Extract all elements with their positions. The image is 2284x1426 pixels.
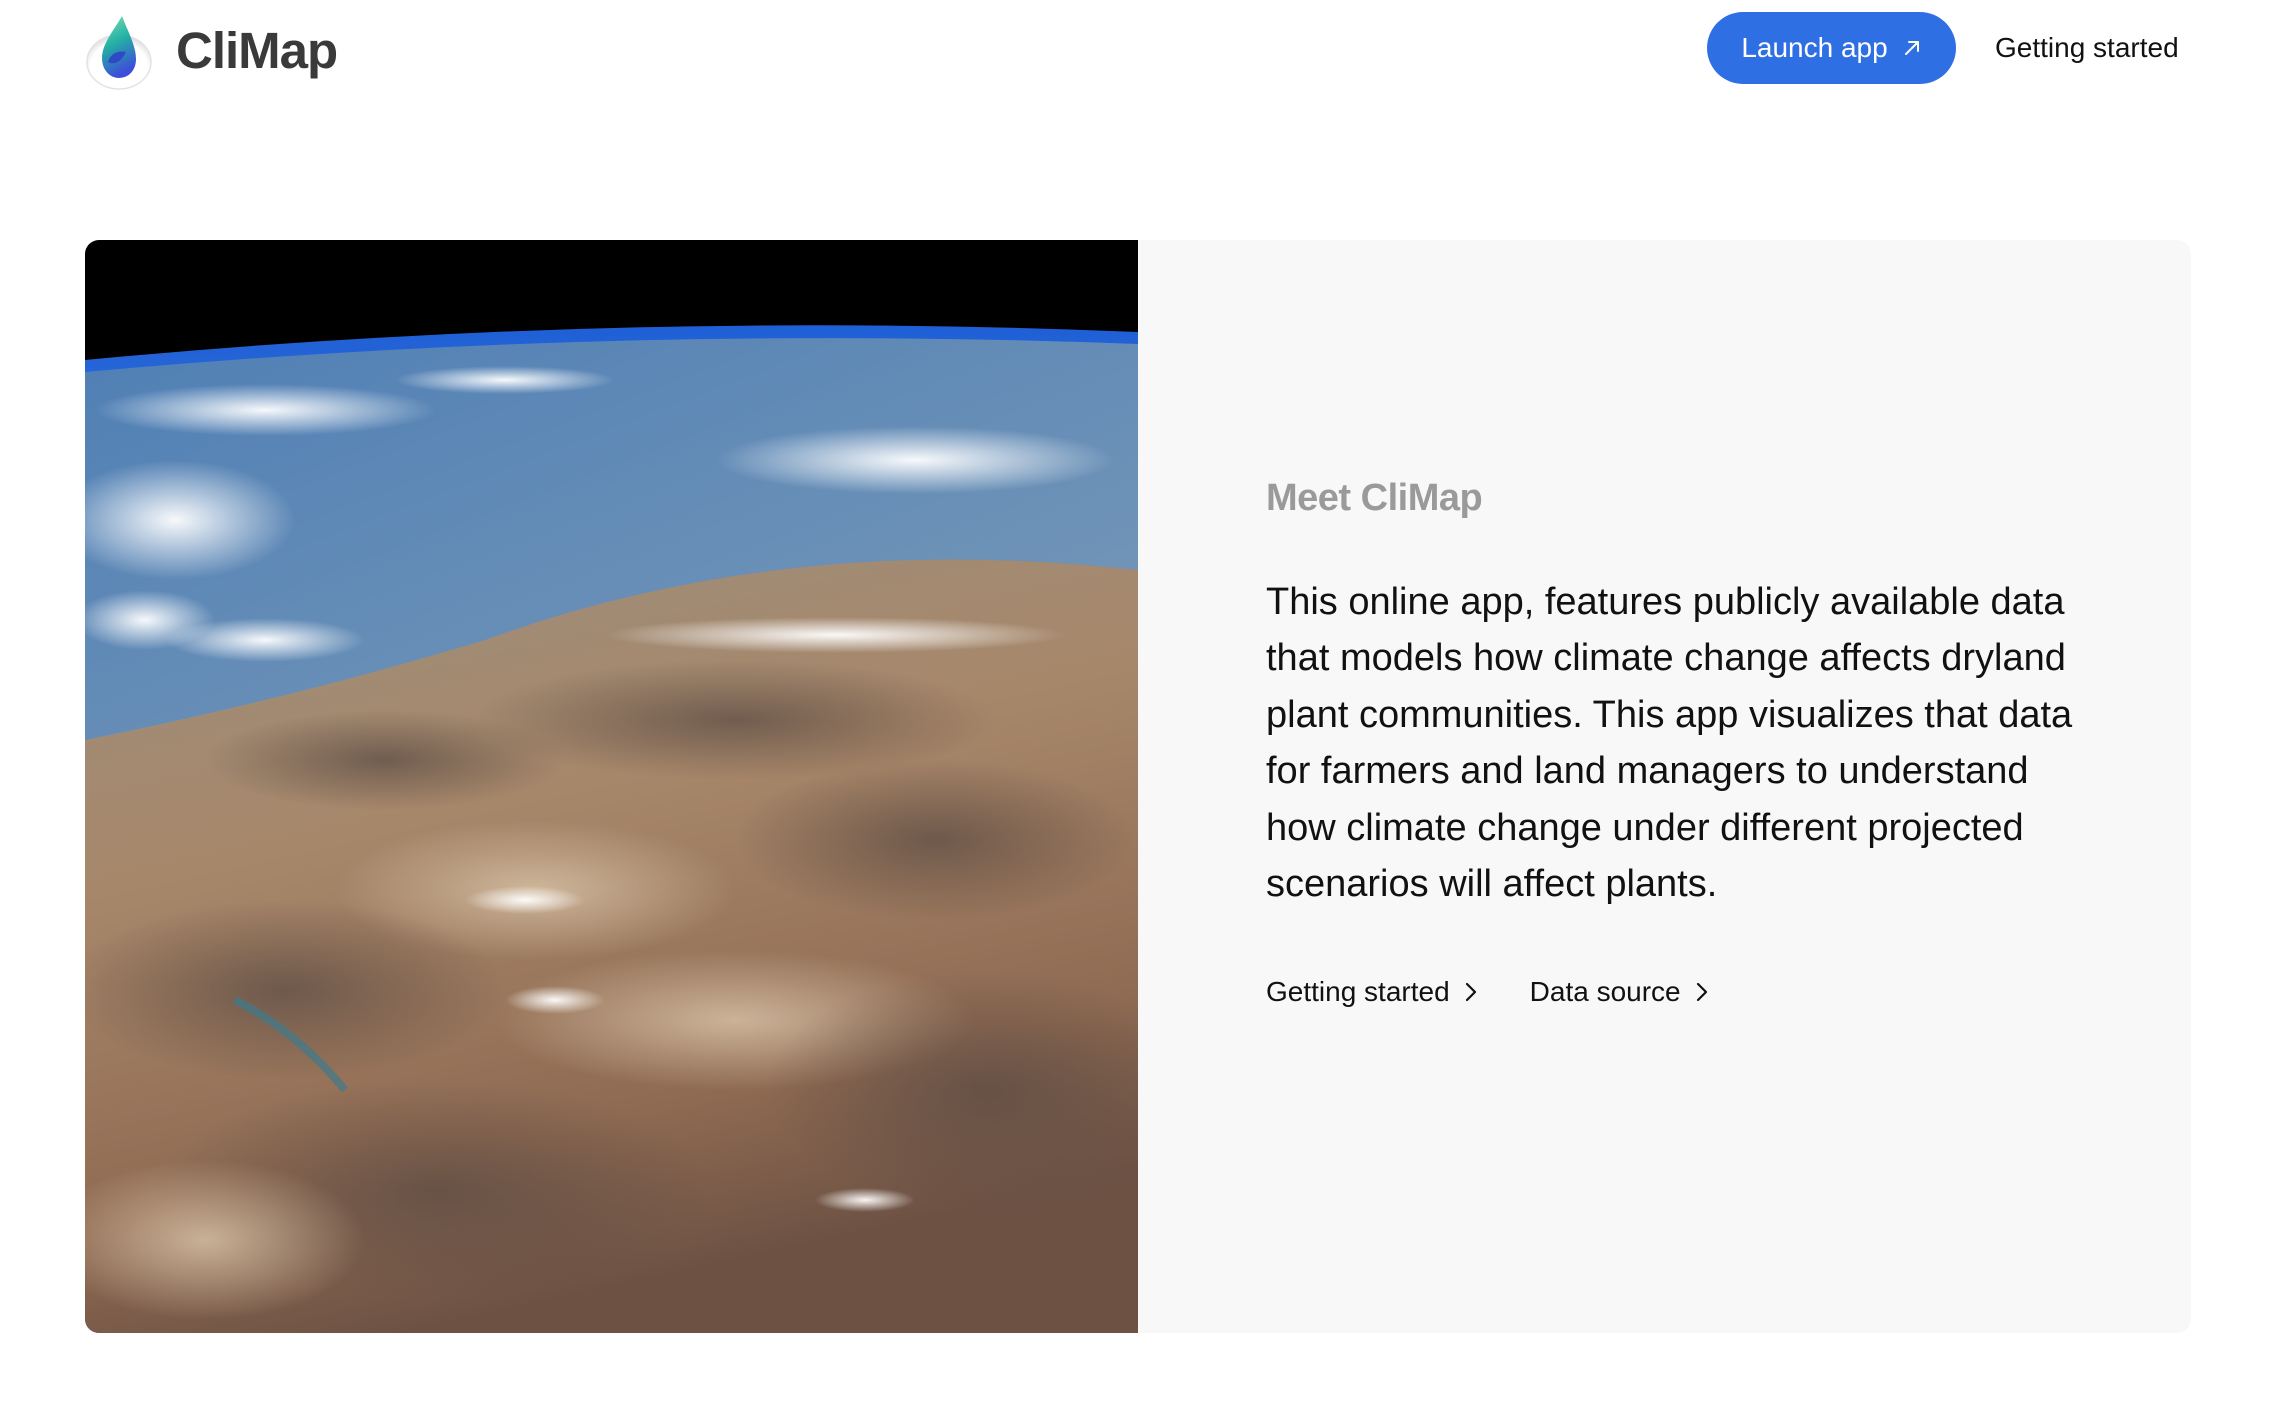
chevron-right-icon — [1696, 983, 1707, 1002]
nav-getting-started-link[interactable]: Getting started — [1995, 26, 2179, 70]
earth-from-orbit-desert-photo — [85, 240, 1138, 1333]
external-arrow-icon — [1904, 41, 1919, 55]
data-source-label: Data source — [1529, 976, 1681, 1008]
data-source-link[interactable]: Data source — [1530, 976, 1709, 1008]
hero-description: This online app, features publicly avail… — [1266, 581, 2073, 906]
chevron-right-icon — [1465, 983, 1476, 1002]
hero-text-block: Meet CliMap This online app, features pu… — [1266, 477, 2086, 1008]
brand-name: CliMap — [176, 21, 338, 79]
brand-logo[interactable]: CliMap — [84, 10, 338, 90]
getting-started-link[interactable]: Getting started — [1266, 976, 1478, 1008]
hero-links: Getting started Data source — [1266, 976, 2086, 1008]
site-header: CliMap Launch app Getting started — [0, 0, 2284, 100]
hero-card: Meet CliMap This online app, features pu… — [85, 240, 2191, 1333]
launch-app-label: Launch app — [1741, 32, 1888, 63]
launch-app-button[interactable]: Launch app — [1707, 12, 1956, 84]
hero-eyebrow: Meet CliMap — [1266, 477, 1483, 519]
water-drop-logo-icon — [86, 16, 152, 90]
getting-started-label: Getting started — [1266, 976, 1450, 1008]
